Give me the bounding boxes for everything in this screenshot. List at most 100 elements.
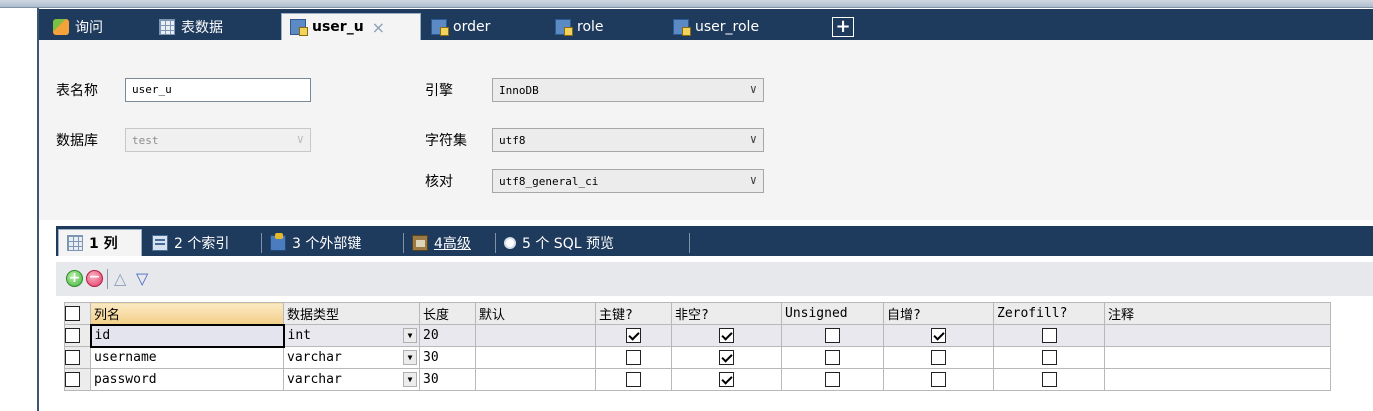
default-cell[interactable] [475, 324, 596, 347]
tab-role[interactable]: role [547, 13, 657, 40]
row-select-cell[interactable] [64, 368, 91, 391]
default-cell[interactable] [475, 368, 596, 391]
collation-select[interactable]: utf8_general_ci ∨ [492, 169, 764, 193]
close-icon[interactable]: × [372, 18, 385, 37]
auto-increment-checkbox[interactable] [931, 350, 946, 365]
move-up-button[interactable]: △ [114, 271, 126, 287]
table-row[interactable]: id int ▼ 20 [64, 323, 1331, 348]
comment-cell[interactable] [1104, 324, 1331, 347]
header-column-name[interactable]: 列名 [90, 302, 284, 325]
subtab-columns[interactable]: 1 列 [58, 229, 142, 256]
table-row[interactable]: username varchar ▼ 30 [64, 346, 1331, 369]
row-select-checkbox[interactable] [65, 372, 80, 387]
data-type-value: int [287, 328, 311, 343]
auto-increment-cell[interactable] [883, 324, 994, 347]
columns-toolbar: + − △ ▽ [56, 262, 1373, 296]
primary-key-cell[interactable] [595, 324, 672, 347]
length-cell[interactable]: 20 [419, 324, 476, 347]
unsigned-cell[interactable] [781, 324, 884, 347]
row-select-checkbox[interactable] [65, 350, 80, 365]
primary-key-cell[interactable] [595, 368, 672, 391]
columns-table: 列名 数据类型 长度 默认 主键? 非空? Unsigned 自增? Zerof… [64, 302, 1331, 391]
default-cell[interactable] [475, 346, 596, 369]
primary-key-cell[interactable] [595, 346, 672, 369]
row-select-cell[interactable] [64, 324, 91, 347]
unsigned-cell[interactable] [781, 368, 884, 391]
primary-key-checkbox[interactable] [626, 328, 641, 343]
data-type-cell[interactable]: int ▼ [283, 324, 420, 347]
unsigned-checkbox[interactable] [825, 350, 840, 365]
header-auto-increment[interactable]: 自增? [883, 302, 994, 325]
auto-increment-cell[interactable] [883, 368, 994, 391]
header-zerofill[interactable]: Zerofill? [993, 302, 1105, 325]
dropdown-arrow-icon[interactable]: ▼ [403, 350, 417, 365]
zerofill-checkbox[interactable] [1041, 372, 1057, 387]
table-body: id int ▼ 20 username varchar ▼ 30 password varcha… [64, 323, 1331, 391]
subtab-foreign-keys[interactable]: 3 个外部键 [262, 229, 404, 256]
length-cell[interactable]: 30 [419, 368, 476, 391]
zerofill-cell[interactable] [993, 324, 1105, 347]
toolbar-separator [107, 269, 108, 289]
chevron-down-icon: ∨ [749, 82, 757, 96]
select-all-checkbox[interactable] [65, 306, 80, 321]
column-name-cell[interactable]: username [90, 346, 284, 369]
not-null-checkbox[interactable] [719, 350, 734, 365]
tab-user-role[interactable]: user_role [665, 13, 815, 40]
charset-select[interactable]: utf8 ∨ [492, 128, 764, 152]
subtab-label: 1 列 [89, 236, 118, 252]
unsigned-cell[interactable] [781, 346, 884, 369]
zerofill-cell[interactable] [993, 346, 1105, 369]
tab-table-data[interactable]: 表数据 [151, 13, 273, 40]
zerofill-checkbox[interactable] [1041, 328, 1057, 343]
tab-user-u[interactable]: user_u × [281, 13, 421, 40]
delete-column-button[interactable]: − [86, 270, 103, 287]
comment-cell[interactable] [1104, 368, 1331, 391]
move-down-button[interactable]: ▽ [136, 271, 148, 287]
header-comment[interactable]: 注释 [1104, 302, 1331, 325]
dropdown-arrow-icon[interactable]: ▼ [403, 328, 417, 343]
zerofill-cell[interactable] [993, 368, 1105, 391]
not-null-cell[interactable] [671, 324, 782, 347]
not-null-cell[interactable] [671, 346, 782, 369]
auto-increment-cell[interactable] [883, 346, 994, 369]
columns-icon [67, 235, 83, 251]
header-length[interactable]: 长度 [419, 302, 476, 325]
subtab-advanced[interactable]: 4高级 [404, 229, 496, 256]
row-select-cell[interactable] [64, 346, 91, 369]
row-select-checkbox[interactable] [65, 328, 80, 343]
select-all-cell[interactable] [64, 302, 91, 325]
auto-increment-checkbox[interactable] [931, 372, 946, 387]
primary-key-checkbox[interactable] [626, 350, 641, 365]
column-name-cell[interactable]: password [90, 368, 284, 391]
unsigned-checkbox[interactable] [825, 372, 840, 387]
not-null-checkbox[interactable] [719, 328, 734, 343]
tab-order[interactable]: order [423, 13, 539, 40]
engine-select[interactable]: InnoDB ∨ [492, 78, 764, 102]
table-row[interactable]: password varchar ▼ 30 [64, 368, 1331, 391]
header-not-null[interactable]: 非空? [671, 302, 782, 325]
not-null-cell[interactable] [671, 368, 782, 391]
primary-key-checkbox[interactable] [626, 372, 641, 387]
header-data-type[interactable]: 数据类型 [283, 302, 420, 325]
header-unsigned[interactable]: Unsigned [781, 302, 884, 325]
data-type-cell[interactable]: varchar ▼ [283, 368, 420, 391]
column-name-cell[interactable]: id [89, 323, 285, 348]
data-type-value: varchar [287, 350, 342, 365]
header-default[interactable]: 默认 [475, 302, 596, 325]
header-primary-key[interactable]: 主键? [595, 302, 672, 325]
length-cell[interactable]: 30 [419, 346, 476, 369]
subtab-indexes[interactable]: 2 个索引 [144, 229, 262, 256]
zerofill-checkbox[interactable] [1041, 350, 1057, 365]
sql-preview-icon [504, 236, 516, 249]
new-tab-button[interactable]: + [832, 17, 854, 37]
not-null-checkbox[interactable] [719, 372, 734, 387]
comment-cell[interactable] [1104, 346, 1331, 369]
dropdown-arrow-icon[interactable]: ▼ [403, 372, 417, 387]
tab-query[interactable]: 询问 [45, 13, 143, 40]
data-type-cell[interactable]: varchar ▼ [283, 346, 420, 369]
subtab-sql-preview[interactable]: 5 个 SQL 预览 [496, 229, 690, 256]
add-column-button[interactable]: + [66, 270, 83, 287]
table-name-field[interactable]: user_u [125, 78, 311, 102]
unsigned-checkbox[interactable] [825, 328, 840, 343]
auto-increment-checkbox[interactable] [931, 328, 946, 343]
